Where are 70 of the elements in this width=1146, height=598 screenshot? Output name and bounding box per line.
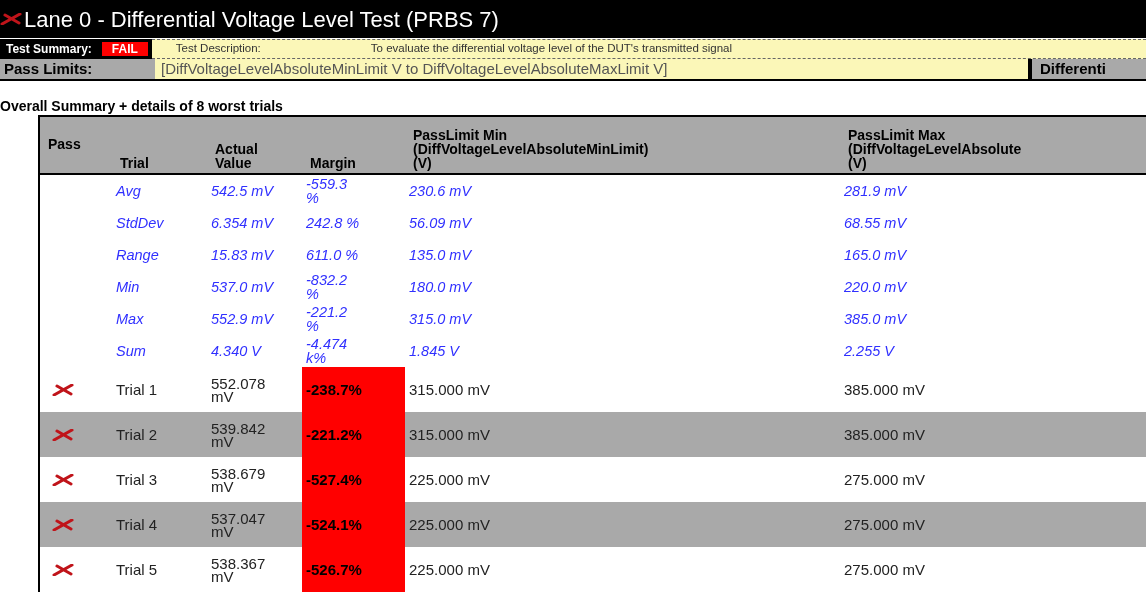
table-cell: Range xyxy=(116,248,159,262)
table-cell: 385.0 mV xyxy=(844,312,907,326)
table-cell: -526.7% xyxy=(306,563,362,576)
table-cell: 225.000 mV xyxy=(409,563,490,576)
table-cell: 56.09 mV xyxy=(409,216,472,230)
table-cell: Trial 2 xyxy=(116,428,158,441)
table-cell: Trial 5 xyxy=(116,563,158,576)
table-cell: -527.4% xyxy=(306,473,362,486)
table-cell: 1.845 V xyxy=(409,344,459,358)
column-header: PassLimit Max (DiffVoltageLevelAbsolute (V) xyxy=(848,128,1022,170)
table-cell-text: -4.474 k% xyxy=(306,337,349,365)
column-header: Actual Value xyxy=(215,142,259,170)
table-cell: -221.2% xyxy=(306,428,362,441)
table-cell: 135.0 mV xyxy=(409,248,472,262)
table-cell: 225.000 mV xyxy=(409,473,490,486)
table-cell: 165.0 mV xyxy=(844,248,907,262)
table-cell-text: 539.842 mV xyxy=(211,421,267,448)
table-cell-text: 552.078 mV xyxy=(211,376,267,403)
table-cell: 315.000 mV xyxy=(409,428,490,441)
table-cell-text: 611.0 % xyxy=(306,248,360,262)
table-cell-text: 6.354 mV xyxy=(211,216,275,230)
table-cell-text: 538.367 mV xyxy=(211,556,267,583)
table-cell: 225.000 mV xyxy=(409,518,490,531)
column-header: Margin xyxy=(310,156,356,170)
table-cell: 385.000 mV xyxy=(844,428,925,441)
table-cell: 315.000 mV xyxy=(409,383,490,396)
table-cell: Max xyxy=(116,312,144,326)
pass-limits-label: Pass Limits: xyxy=(0,59,155,79)
table-cell: 230.6 mV xyxy=(409,184,472,198)
next-section-label: Differenti xyxy=(1032,59,1146,79)
table-cell: -524.1% xyxy=(306,518,362,531)
column-header: Trial xyxy=(120,156,149,170)
table-cell-text: -559.3 % xyxy=(306,177,349,205)
table-cell: 220.0 mV xyxy=(844,280,907,294)
summary-label: Test Summary: xyxy=(6,41,92,58)
table-cell-text: 15.83 mV xyxy=(211,248,275,262)
table-cell: Trial 3 xyxy=(116,473,158,486)
column-header: PassLimit Min (DiffVoltageLevelAbsoluteMinLimit) (V) xyxy=(413,128,649,170)
result-badge: FAIL xyxy=(101,42,148,56)
table-cell: Avg xyxy=(116,184,141,198)
table-cell: 275.000 mV xyxy=(844,563,925,576)
table-cell: 315.0 mV xyxy=(409,312,472,326)
table-cell: Min xyxy=(116,280,140,294)
section-heading: Overall Summary + details of 8 worst trials xyxy=(0,97,283,115)
table-cell: 2.255 V xyxy=(844,344,894,358)
description-text: To evaluate the differential voltage level of the DUT's transmitted signal xyxy=(370,41,733,57)
column-header: Pass xyxy=(48,137,81,151)
table-cell: Sum xyxy=(116,344,146,358)
table-cell: StdDev xyxy=(116,216,164,230)
table-cell: 180.0 mV xyxy=(409,280,472,294)
table-cell: 385.000 mV xyxy=(844,383,925,396)
table-cell: 275.000 mV xyxy=(844,473,925,486)
table-cell: Trial 4 xyxy=(116,518,158,531)
table-cell-text: 4.340 V xyxy=(211,344,263,358)
table-cell-text: 538.679 mV xyxy=(211,466,267,493)
table-cell-text: 537.047 mV xyxy=(211,511,267,538)
table-cell: 275.000 mV xyxy=(844,518,925,531)
window-title: Lane 0 - Differential Voltage Level Test (PRBS 7) xyxy=(24,5,499,34)
table-cell: 281.9 mV xyxy=(844,184,907,198)
pass-limits-value: [DiffVoltageLevelAbsoluteMinLimit V to DiffVoltageLevelAbsoluteMaxLimit V] xyxy=(155,59,1032,79)
table-cell: -238.7% xyxy=(306,383,362,396)
table-cell-text: -832.2 % xyxy=(306,273,349,301)
table-cell-text: 552.9 mV xyxy=(211,312,275,326)
table-cell-text: -221.2 % xyxy=(306,305,349,333)
table-cell-text: 542.5 mV xyxy=(211,184,275,198)
table-cell-text: 242.8 % xyxy=(306,216,361,230)
description-label: Test Description: xyxy=(175,41,262,57)
table-cell-text: 537.0 mV xyxy=(211,280,275,294)
table-cell: 68.55 mV xyxy=(844,216,907,230)
table-cell: Trial 1 xyxy=(116,383,158,396)
